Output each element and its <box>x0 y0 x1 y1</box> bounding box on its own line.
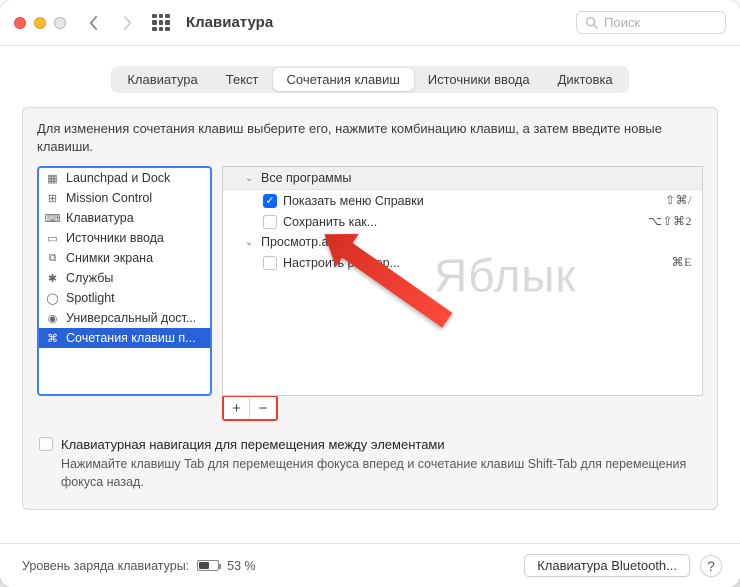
preferences-window: Клавиатура Поиск КлавиатураТекстСочетани… <box>0 0 740 587</box>
services-icon: ✱ <box>45 272 60 285</box>
add-button[interactable]: + <box>224 397 250 419</box>
tab-4[interactable]: Диктовка <box>544 68 627 91</box>
shortcut-row[interactable]: Сохранить как... ⌥⇧⌘2 <box>223 211 702 232</box>
sidebar-item-keyboard[interactable]: ⌨ Клавиатура <box>39 208 210 228</box>
shortcut-row[interactable]: Настроить размер... ⌘E <box>223 252 702 273</box>
keyboard-nav-hint: Нажимайте клавишу Tab для перемещения фо… <box>61 456 703 491</box>
footer: Уровень заряда клавиатуры: 53 % Клавиату… <box>0 543 740 587</box>
shortcut-checkbox[interactable]: ✓ <box>263 194 277 208</box>
forward-button[interactable] <box>114 11 140 35</box>
close-icon[interactable] <box>14 17 26 29</box>
sidebar-item-spotlight[interactable]: ◯ Spotlight <box>39 288 210 308</box>
mission-icon: ⊞ <box>45 192 60 205</box>
tab-1[interactable]: Текст <box>212 68 273 91</box>
shortcut-checkbox[interactable] <box>263 215 277 229</box>
sidebar-item-label: Launchpad и Dock <box>66 171 170 185</box>
window-title: Клавиатура <box>186 14 273 31</box>
battery-label: Уровень заряда клавиатуры: <box>22 559 189 573</box>
chevron-down-icon: ⌄ <box>245 173 255 184</box>
sidebar-item-input[interactable]: ▭ Источники ввода <box>39 228 210 248</box>
remove-button[interactable]: − <box>250 397 276 419</box>
sidebar-item-label: Снимки экрана <box>66 251 153 265</box>
tab-3[interactable]: Источники ввода <box>414 68 544 91</box>
spotlight-icon: ◯ <box>45 292 60 305</box>
add-remove-bar: + − <box>222 395 278 421</box>
sidebar-item-label: Mission Control <box>66 191 152 205</box>
shortcuts-panel: Для изменения сочетания клавиш выберите … <box>22 107 718 510</box>
sidebar-item-launchpad[interactable]: ▦ Launchpad и Dock <box>39 168 210 188</box>
sidebar-item-label: Универсальный дост... <box>66 311 196 325</box>
back-button[interactable] <box>80 11 106 35</box>
sidebar-item-label: Источники ввода <box>66 231 164 245</box>
lists-container: ▦ Launchpad и Dock ⊞ Mission Control ⌨ Клавиа… <box>37 166 703 396</box>
sidebar-item-apps[interactable]: ⌘ Сочетания клавиш п... <box>39 328 210 348</box>
sidebar-item-label: Службы <box>66 271 113 285</box>
tab-0[interactable]: Клавиатура <box>113 68 211 91</box>
shortcut-keys: ⌥⇧⌘2 <box>648 214 692 229</box>
battery-icon <box>197 560 219 571</box>
keyboard-icon: ⌨ <box>45 212 60 225</box>
tab-2[interactable]: Сочетания клавиш <box>273 68 414 91</box>
titlebar: Клавиатура Поиск <box>0 0 740 46</box>
category-list[interactable]: ▦ Launchpad и Dock ⊞ Mission Control ⌨ Клавиа… <box>37 166 212 396</box>
minimize-icon[interactable] <box>34 17 46 29</box>
traffic-lights <box>14 17 66 29</box>
sidebar-item-services[interactable]: ✱ Службы <box>39 268 210 288</box>
sidebar-item-mission[interactable]: ⊞ Mission Control <box>39 188 210 208</box>
zoom-icon[interactable] <box>54 17 66 29</box>
a11y-icon: ◉ <box>45 312 60 325</box>
apps-icon: ⌘ <box>45 332 60 345</box>
tabbar: КлавиатураТекстСочетания клавишИсточники… <box>22 66 718 93</box>
search-placeholder: Поиск <box>604 15 640 30</box>
keyboard-nav-checkbox[interactable] <box>39 437 53 451</box>
bluetooth-button[interactable]: Клавиатура Bluetooth... <box>524 554 690 577</box>
shortcut-label: Сохранить как... <box>283 215 642 229</box>
sidebar-item-label: Сочетания клавиш п... <box>66 331 196 345</box>
shortcut-keys: ⇧⌘/ <box>665 193 692 208</box>
panel-description: Для изменения сочетания клавиш выберите … <box>37 120 703 156</box>
shortcut-row[interactable]: ✓ Показать меню Справки ⇧⌘/ <box>223 190 702 211</box>
sidebar-item-label: Spotlight <box>66 291 115 305</box>
shortcut-group-header[interactable]: ⌄ Просмотр.app <box>223 232 702 252</box>
shortcut-checkbox[interactable] <box>263 256 277 270</box>
sidebar-item-screenshot[interactable]: ⧉ Снимки экрана <box>39 248 210 268</box>
shortcut-label: Настроить размер... <box>283 256 666 270</box>
launchpad-icon: ▦ <box>45 172 60 185</box>
keyboard-nav-label: Клавиатурная навигация для перемещения м… <box>61 437 445 452</box>
content: КлавиатураТекстСочетания клавишИсточники… <box>0 46 740 510</box>
group-label: Просмотр.app <box>261 235 692 249</box>
shortcut-keys: ⌘E <box>672 255 692 270</box>
chevron-down-icon: ⌄ <box>245 237 255 248</box>
search-icon <box>585 16 598 29</box>
screenshot-icon: ⧉ <box>45 252 60 265</box>
sidebar-item-label: Клавиатура <box>66 211 134 225</box>
shortcut-list[interactable]: Яблык ⌄Все программы✓Показать меню Справ… <box>222 166 703 396</box>
all-prefs-icon[interactable] <box>152 14 170 32</box>
shortcut-group-header[interactable]: ⌄ Все программы <box>223 167 702 190</box>
search-input[interactable]: Поиск <box>576 11 726 34</box>
sidebar-item-a11y[interactable]: ◉ Универсальный дост... <box>39 308 210 328</box>
shortcut-label: Показать меню Справки <box>283 194 659 208</box>
battery-status: Уровень заряда клавиатуры: 53 % <box>22 559 256 573</box>
group-label: Все программы <box>261 171 692 185</box>
help-button[interactable]: ? <box>700 555 722 577</box>
input-icon: ▭ <box>45 232 60 245</box>
battery-percent: 53 % <box>227 559 256 573</box>
keyboard-nav-row: Клавиатурная навигация для перемещения м… <box>39 437 703 452</box>
